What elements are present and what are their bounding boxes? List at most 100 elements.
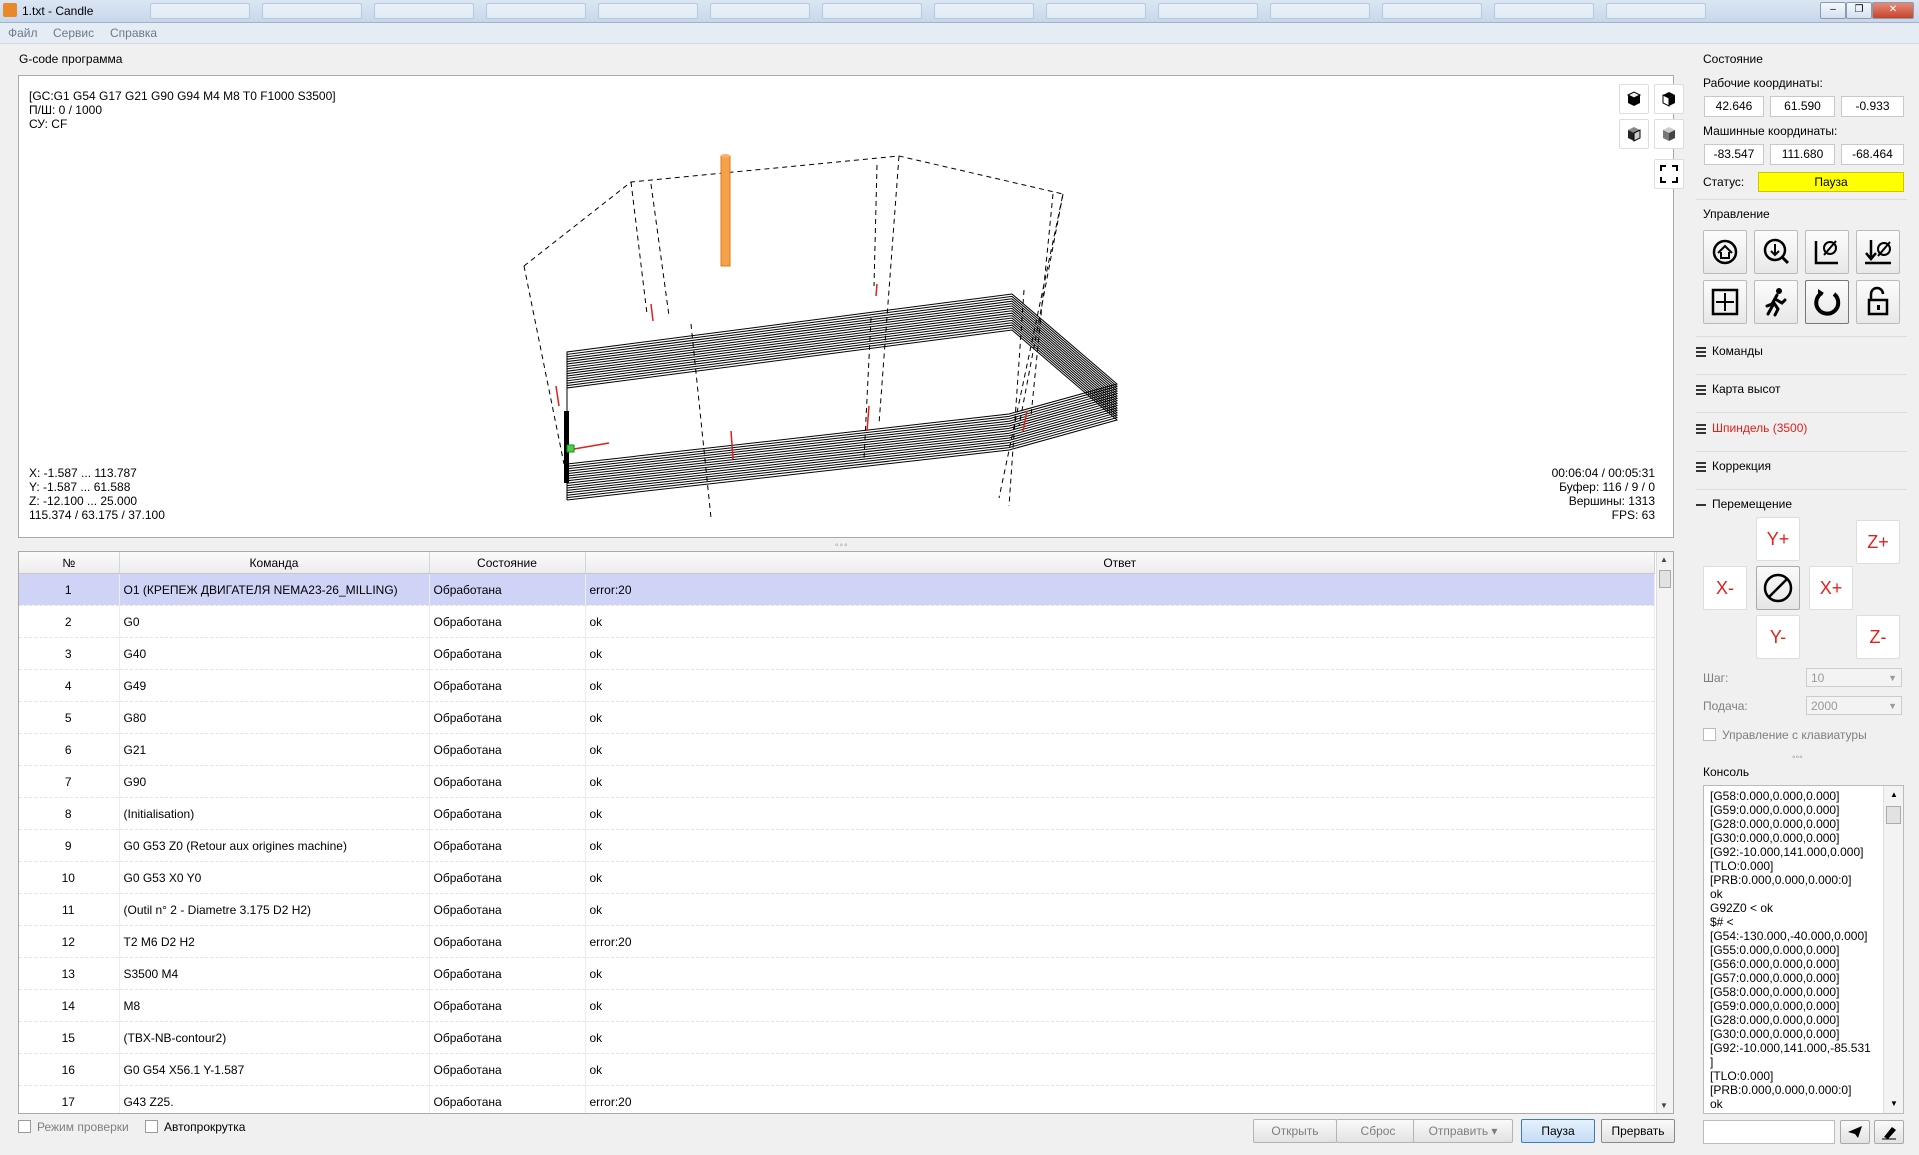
table-row[interactable]: 4 G49 Обработана ok	[19, 669, 1655, 702]
zprobe-button[interactable]	[1754, 230, 1798, 274]
close-button[interactable]: ✕	[1872, 2, 1914, 19]
step-label: Шаг:	[1703, 671, 1729, 685]
table-row[interactable]: 6 G21 Обработана ok	[19, 733, 1655, 766]
row-response: ok	[585, 861, 1655, 894]
gcode-table[interactable]: № Команда Состояние Ответ 1 O1 (КРЕПЕЖ ДВ…	[18, 551, 1674, 1114]
section-heightmap[interactable]: Карта высот	[1696, 382, 1780, 397]
jog-y-plus-button[interactable]: Y+	[1756, 517, 1800, 561]
table-row[interactable]: 12 T2 M6 D2 H2 Обработана error:20	[19, 925, 1655, 958]
console-line: [G59:0.000,0.000,0.000]	[1710, 803, 1840, 817]
row-command: O1 (КРЕПЕЖ ДВИГАТЕЛЯ NEMA23-26_MILLING)	[119, 573, 430, 606]
autoscroll-checkbox[interactable]: Автопрокрутка	[145, 1120, 245, 1134]
table-row[interactable]: 10 G0 G53 X0 Y0 Обработана ok	[19, 861, 1655, 894]
row-response: ok	[585, 765, 1655, 798]
panel-splitter[interactable]: ◦◦◦	[1792, 752, 1803, 763]
view-iso-button[interactable]	[1654, 119, 1684, 149]
feed-combo[interactable]: 2000 ▼	[1806, 696, 1902, 715]
col-response[interactable]: Ответ	[585, 552, 1655, 574]
state-group-title: Состояние	[1703, 52, 1763, 66]
col-command[interactable]: Команда	[119, 552, 430, 574]
restore-origin-button[interactable]	[1703, 280, 1747, 324]
zero-xy-button[interactable]	[1805, 230, 1849, 274]
console-line: [TLO:0.000]	[1710, 1069, 1774, 1083]
section-commands[interactable]: Команды	[1696, 344, 1763, 359]
console-output[interactable]: [G58:0.000,0.000,0.000] [G59:0.000,0.000,…	[1703, 785, 1904, 1114]
menu-file[interactable]: Файл	[8, 26, 38, 40]
reset-icon	[1814, 289, 1841, 316]
gcode-group-title: G-code программа	[19, 52, 123, 66]
console-line: G92Z0 < ok	[1710, 901, 1774, 915]
row-command: G40	[119, 637, 430, 670]
row-response: ok	[585, 701, 1655, 734]
section-spindle[interactable]: Шпиндель (3500)	[1696, 421, 1807, 436]
table-row[interactable]: 9 G0 G53 Z0 (Retour aux origines machine)…	[19, 829, 1655, 862]
table-scrollbar[interactable]: ▲ ▼	[1656, 552, 1673, 1113]
row-response: ok	[585, 605, 1655, 638]
row-response: ok	[585, 1021, 1655, 1054]
view-left-button[interactable]	[1619, 119, 1649, 149]
splitter-handle[interactable]: ◦◦◦	[835, 540, 849, 551]
zero-z-button[interactable]	[1856, 230, 1900, 274]
table-row[interactable]: 7 G90 Обработана ok	[19, 765, 1655, 798]
table-row[interactable]: 2 G0 Обработана ok	[19, 605, 1655, 638]
check-mode-checkbox[interactable]: Режим проверки	[18, 1120, 129, 1134]
fit-view-icon[interactable]	[1654, 159, 1684, 189]
jog-z-minus-button[interactable]: Z-	[1856, 615, 1900, 659]
table-row[interactable]: 5 G80 Обработана ok	[19, 701, 1655, 734]
work-coords-label: Рабочие координаты:	[1703, 76, 1823, 90]
row-state: Обработана	[429, 1053, 586, 1086]
step-combo[interactable]: 10 ▼	[1806, 668, 1902, 687]
row-number: 8	[19, 797, 120, 830]
pause-button[interactable]: Пауза	[1521, 1119, 1595, 1143]
menu-help[interactable]: Справка	[110, 26, 157, 40]
clear-console-button[interactable]	[1874, 1120, 1904, 1144]
col-state[interactable]: Состояние	[429, 552, 586, 574]
stop-icon	[1763, 573, 1793, 603]
reset-button[interactable]: Сброс	[1336, 1119, 1420, 1143]
jog-x-minus-button[interactable]: X-	[1703, 566, 1747, 610]
menu-service[interactable]: Сервис	[53, 26, 94, 40]
table-row[interactable]: 14 M8 Обработана ok	[19, 989, 1655, 1022]
keyboard-control-checkbox[interactable]: Управление с клавиатуры	[1703, 728, 1867, 742]
row-response: ok	[585, 957, 1655, 990]
table-row[interactable]: 8 (Initialisation) Обработана ok	[19, 797, 1655, 830]
row-state: Обработана	[429, 925, 586, 958]
abort-button[interactable]: Прервать	[1601, 1119, 1675, 1143]
table-row[interactable]: 3 G40 Обработана ok	[19, 637, 1655, 670]
work-z: -0.933	[1841, 96, 1904, 117]
table-row[interactable]: 1 O1 (КРЕПЕЖ ДВИГАТЕЛЯ NEMA23-26_MILLING)…	[19, 573, 1655, 606]
console-scrollbar[interactable]: ▲ ▼	[1883, 786, 1903, 1113]
jog-stop-button[interactable]	[1756, 566, 1800, 610]
view-top-button[interactable]	[1619, 84, 1649, 114]
table-row[interactable]: 15 (TBX-NB-contour2) Обработана ok	[19, 1021, 1655, 1054]
col-number[interactable]: №	[19, 552, 120, 574]
table-row[interactable]: 13 S3500 M4 Обработана ok	[19, 957, 1655, 990]
section-correction[interactable]: Коррекция	[1696, 459, 1771, 474]
safe-position-button[interactable]	[1754, 280, 1798, 324]
view-front-button[interactable]	[1654, 84, 1684, 114]
section-jog[interactable]: Перемещение	[1696, 497, 1792, 511]
minimize-button[interactable]: –	[1820, 2, 1846, 19]
table-row[interactable]: 16 G0 G54 X56.1 Y-1.587 Обработана ok	[19, 1053, 1655, 1086]
console-line: ok	[1710, 1097, 1723, 1111]
zero-xy-icon	[1814, 240, 1838, 265]
row-state: Обработана	[429, 765, 586, 798]
send-command-button[interactable]	[1840, 1120, 1870, 1144]
jog-z-plus-button[interactable]: Z+	[1856, 520, 1900, 564]
console-command-input[interactable]	[1703, 1120, 1835, 1144]
reset-button-ctl[interactable]	[1805, 280, 1849, 324]
restore-origin-icon	[1711, 288, 1739, 316]
jog-x-plus-button[interactable]: X+	[1809, 566, 1853, 610]
maximize-button[interactable]: ❐	[1846, 2, 1872, 19]
open-button[interactable]: Открыть	[1253, 1119, 1337, 1143]
zero-z-icon	[1865, 240, 1891, 265]
send-button[interactable]: Отправить ▾	[1413, 1119, 1513, 1143]
table-row[interactable]: 11 (Outil n° 2 - Diametre 3.175 D2 H2) Обр…	[19, 893, 1655, 926]
unlock-button[interactable]	[1856, 280, 1900, 324]
3d-viewport[interactable]: [GC:G1 G54 G17 G21 G90 G94 M4 M8 T0 F100…	[18, 75, 1684, 538]
jog-y-minus-button[interactable]: Y-	[1756, 615, 1800, 659]
home-button[interactable]	[1703, 230, 1747, 274]
menu-icon	[1696, 345, 1706, 359]
send-icon	[1848, 1126, 1862, 1138]
table-row[interactable]: 17 G43 Z25. Обработана error:20	[19, 1085, 1655, 1113]
